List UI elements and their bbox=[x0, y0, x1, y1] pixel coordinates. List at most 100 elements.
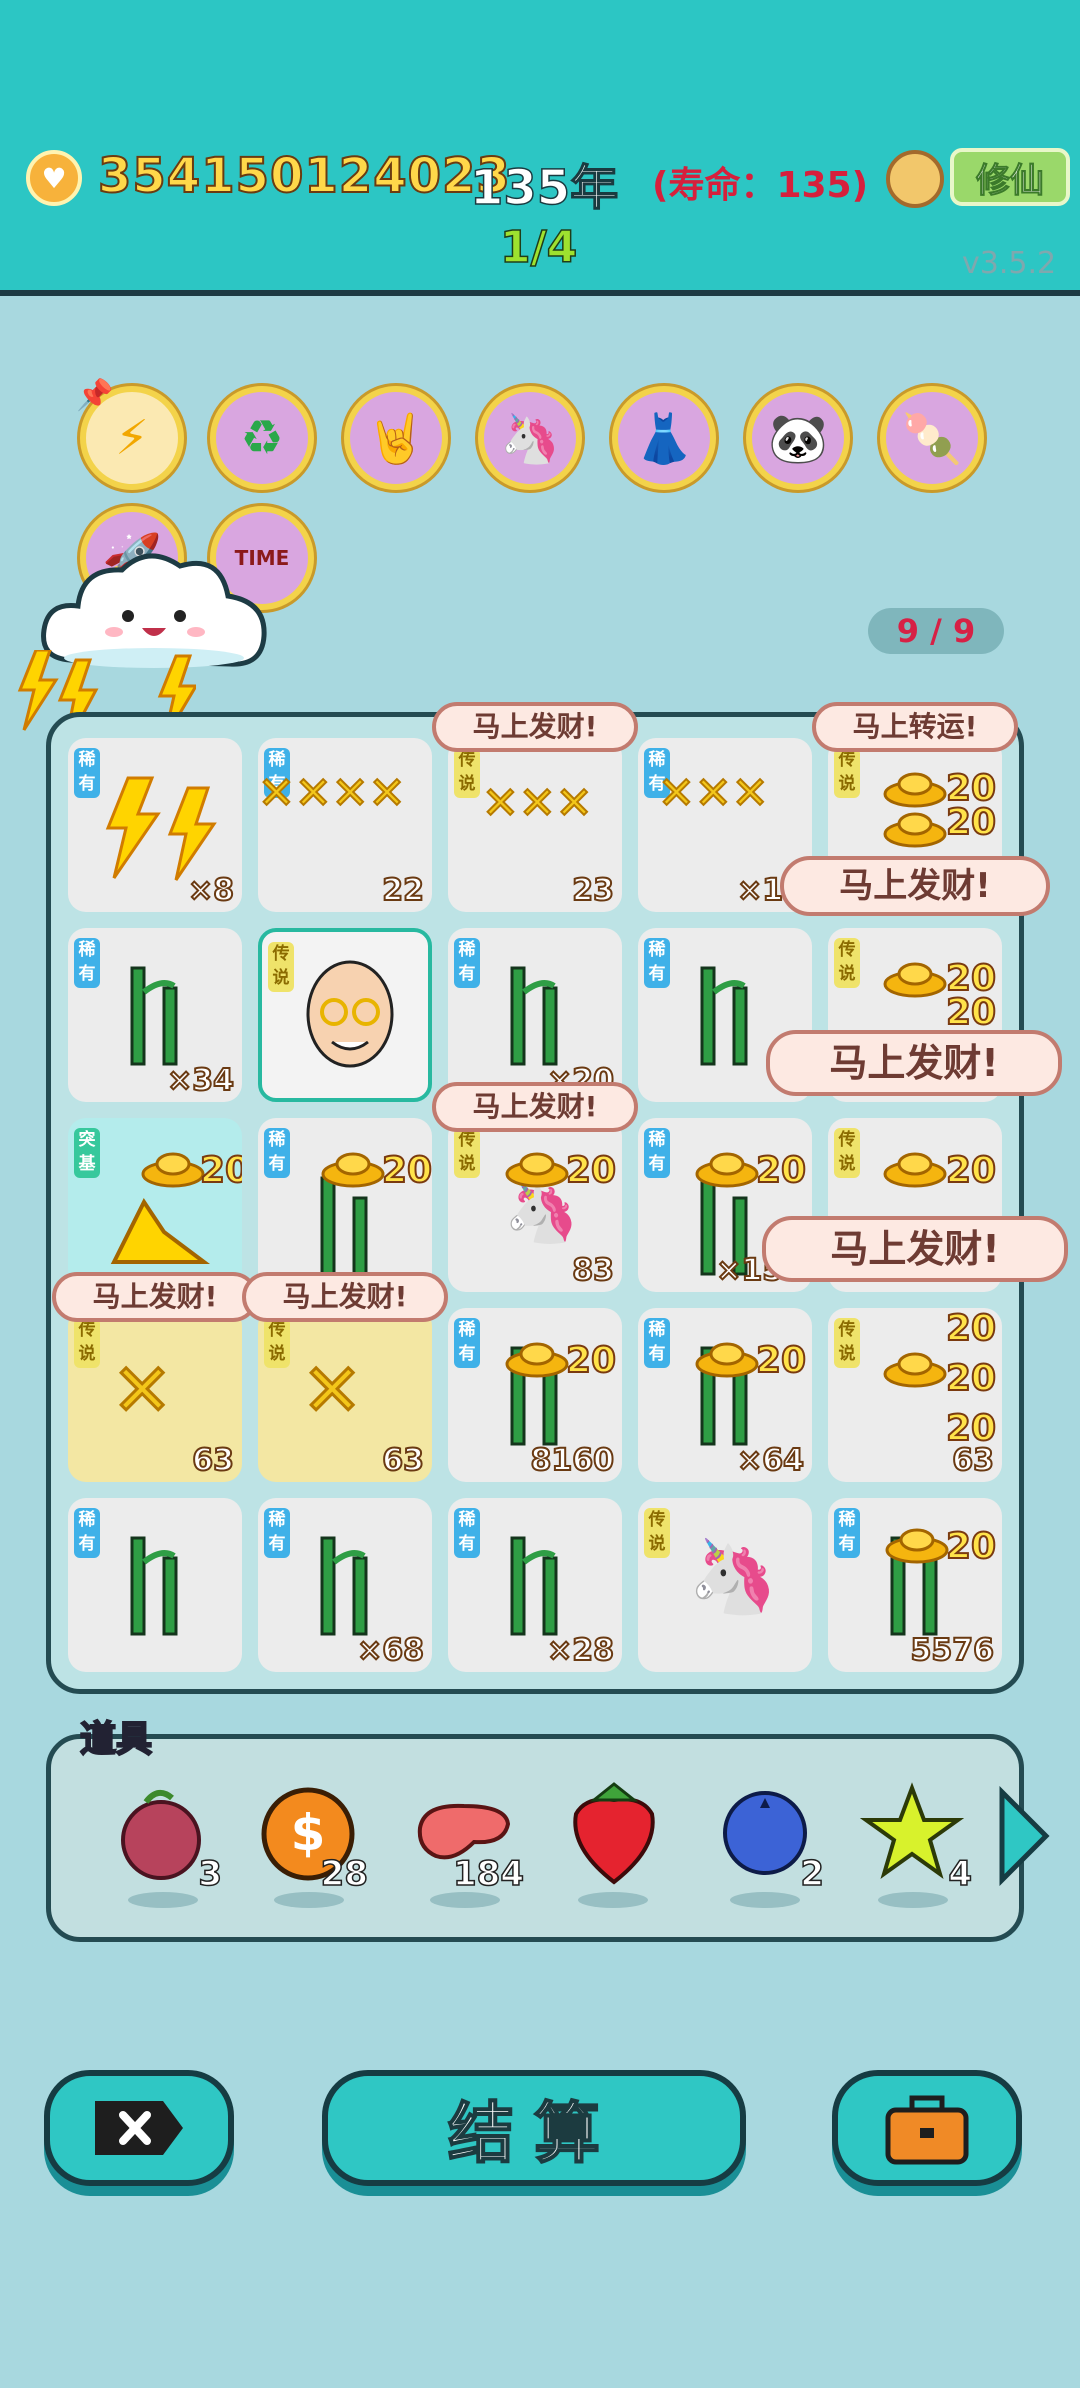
slot-cell[interactable]: 稀有 20 ×64 bbox=[638, 1308, 812, 1482]
cell-count: 8160 bbox=[530, 1442, 615, 1479]
item-shadow bbox=[128, 1892, 198, 1908]
slot-cell[interactable]: 突基 20 bbox=[68, 1118, 242, 1292]
gold-ingot-icon bbox=[505, 1342, 569, 1378]
cell-count: ×34 bbox=[166, 1062, 235, 1099]
year-counter: 135年 bbox=[469, 159, 619, 217]
slot-cell[interactable]: 稀有 ✕✕✕✕ 22 bbox=[258, 738, 432, 912]
relic-skirt[interactable]: 👗 bbox=[612, 386, 716, 490]
speech-bubble: 马上发财! bbox=[242, 1272, 448, 1322]
settle-button[interactable]: 结算 bbox=[322, 2070, 746, 2186]
rarity-tag: 稀有 bbox=[644, 938, 670, 988]
slot-cell-selected[interactable]: 传说 bbox=[258, 928, 432, 1102]
rarity-tag: 传说 bbox=[834, 1318, 860, 1368]
slot-cell[interactable]: 稀有 bbox=[68, 1498, 242, 1672]
cross-effect-icon: ✕✕✕✕ bbox=[258, 767, 406, 820]
speech-bubble: 马上转运! bbox=[812, 702, 1018, 752]
gold-ingot-icon bbox=[885, 1528, 949, 1564]
lychee-icon bbox=[121, 1789, 201, 1880]
coin-total: 354150124023 bbox=[97, 147, 511, 205]
bonus-value: 20 bbox=[945, 1357, 997, 1400]
slot-cell[interactable]: 传说 🦄 bbox=[638, 1498, 812, 1672]
cell-count: 83 bbox=[571, 1252, 615, 1289]
unicorn-icon: 🦄 bbox=[688, 1534, 778, 1618]
item-lychee[interactable]: 3 bbox=[108, 1774, 223, 1914]
bamboo-icon bbox=[510, 1536, 558, 1636]
bamboo-icon bbox=[700, 966, 748, 1066]
item-shadow bbox=[430, 1892, 500, 1908]
slot-cell[interactable]: 传说 🦄 20 83 bbox=[448, 1118, 622, 1292]
cell-count: 5576 bbox=[910, 1632, 995, 1669]
speech-bubble: 马上发财! bbox=[432, 1082, 638, 1132]
gold-ingot-icon bbox=[321, 1152, 385, 1188]
cultivate-button[interactable]: 修仙 bbox=[950, 148, 1070, 206]
bonus-value: 20 bbox=[945, 801, 997, 844]
item-coin[interactable]: $ 28 bbox=[254, 1774, 369, 1914]
version-label: v3.5.2 bbox=[962, 246, 1057, 281]
item-blueberry[interactable]: 2 bbox=[710, 1774, 825, 1914]
bonus-value: 20 bbox=[945, 1149, 997, 1192]
avatar-icon[interactable] bbox=[886, 150, 944, 208]
item-strawberry[interactable] bbox=[558, 1774, 668, 1914]
rarity-tag: 传说 bbox=[74, 1318, 100, 1368]
recycle-icon: ♻ bbox=[240, 410, 284, 466]
rarity-tag: 稀有 bbox=[74, 748, 100, 798]
cell-count: ×68 bbox=[356, 1632, 425, 1669]
gold-ingot-icon bbox=[695, 1342, 759, 1378]
rarity-tag: 稀有 bbox=[454, 1318, 480, 1368]
gold-ingot-icon bbox=[883, 1352, 947, 1388]
rarity-tag: 稀有 bbox=[644, 1128, 670, 1178]
item-star[interactable]: 4 bbox=[858, 1774, 973, 1914]
bonus-value: 20 bbox=[565, 1149, 617, 1192]
slot-cell[interactable]: 稀有 20 8160 bbox=[448, 1308, 622, 1482]
slot-cell[interactable]: 传说 ✕✕✕ 23 bbox=[448, 738, 622, 912]
bonus-value: 20 bbox=[945, 1308, 997, 1350]
rarity-tag: 稀有 bbox=[264, 1128, 290, 1178]
slot-cell[interactable]: 稀有 ×28 bbox=[448, 1498, 622, 1672]
cell-count: 63 bbox=[381, 1442, 425, 1479]
rarity-tag: 传说 bbox=[834, 938, 860, 988]
rarity-tag: 稀有 bbox=[74, 938, 100, 988]
slot-cell[interactable]: 稀有 ×34 bbox=[68, 928, 242, 1102]
relic-rock-hand[interactable]: 🤘 bbox=[344, 386, 448, 490]
chevron-right-icon[interactable] bbox=[996, 1786, 1052, 1886]
speech-bubble: 马上发财! bbox=[432, 702, 638, 752]
slot-cell[interactable]: 传说 ✕ 63 bbox=[68, 1308, 242, 1482]
cross-effect-icon: ✕✕✕ bbox=[657, 767, 770, 820]
inventory-button[interactable] bbox=[832, 2070, 1022, 2186]
gold-ingot-icon bbox=[505, 1152, 569, 1188]
item-quantity: 3 bbox=[198, 1853, 223, 1895]
bonus-value: 20 bbox=[945, 1525, 997, 1568]
slot-cell[interactable]: 稀有 ×8 bbox=[68, 738, 242, 912]
gold-ingot-icon bbox=[883, 772, 947, 808]
item-liver[interactable]: 184 bbox=[410, 1774, 525, 1914]
relic-unicorn[interactable]: 🦄 bbox=[478, 386, 582, 490]
relic-recycle[interactable]: ♻ bbox=[210, 386, 314, 490]
speech-bubble: 马上发财! bbox=[762, 1216, 1068, 1282]
item-shadow bbox=[878, 1892, 948, 1908]
slot-cell[interactable]: 传说 20 20 20 63 bbox=[828, 1308, 1002, 1482]
slot-cell[interactable]: 稀有 ×68 bbox=[258, 1498, 432, 1672]
cross-effect-icon: ✕✕✕ bbox=[481, 777, 594, 830]
cell-count: 23 bbox=[571, 872, 615, 909]
slot-cell[interactable]: 传说 ✕ 63 bbox=[258, 1308, 432, 1482]
bamboo-icon bbox=[130, 966, 178, 1066]
slot-cell[interactable]: 稀有 20 5576 bbox=[828, 1498, 1002, 1672]
exit-button[interactable] bbox=[44, 2070, 234, 2186]
rarity-tag: 稀有 bbox=[264, 1508, 290, 1558]
relic-counter: 9 / 9 bbox=[868, 608, 1004, 654]
cross-effect-icon: ✕ bbox=[300, 1347, 363, 1434]
gold-ingot-icon bbox=[695, 1152, 759, 1188]
sticker-icon: 🍡 bbox=[902, 410, 962, 467]
rock-hand-icon: 🤘 bbox=[366, 410, 426, 467]
round-indicator: 1/4 bbox=[499, 221, 578, 274]
slot-cell[interactable]: 稀有 ×20 bbox=[448, 928, 622, 1102]
close-icon bbox=[95, 2101, 183, 2155]
rarity-tag: 传说 bbox=[264, 1318, 290, 1368]
pin-icon: 📌 bbox=[76, 378, 114, 413]
item-shadow bbox=[578, 1892, 648, 1908]
cell-count: ×8 bbox=[187, 872, 235, 909]
speech-bubble: 马上发财! bbox=[780, 856, 1050, 916]
slot-cell[interactable]: 稀有 20 bbox=[258, 1118, 432, 1292]
relic-sticker[interactable]: 🍡 bbox=[880, 386, 984, 490]
relic-panda[interactable]: 🐼 bbox=[746, 386, 850, 490]
